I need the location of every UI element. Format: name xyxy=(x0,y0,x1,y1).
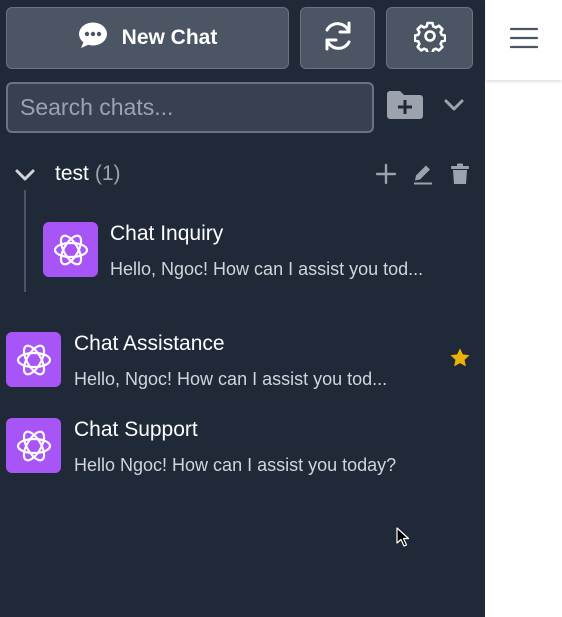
new-folder-button[interactable] xyxy=(386,90,424,124)
chat-list-item[interactable]: Chat Support Hello Ngoc! How can I assis… xyxy=(0,408,485,488)
hamburger-menu-button[interactable] xyxy=(486,0,562,80)
new-chat-label: New Chat xyxy=(121,26,218,49)
chat-list-item[interactable]: Chat Assistance Hello, Ngoc! How can I a… xyxy=(0,322,485,402)
chat-preview: Hello, Ngoc! How can I assist you tod... xyxy=(74,369,388,389)
plus-icon xyxy=(375,163,397,190)
refresh-button[interactable] xyxy=(300,7,375,69)
chevron-down-icon xyxy=(14,168,36,187)
chat-bubble-icon xyxy=(78,21,108,55)
gear-icon xyxy=(413,20,446,57)
openai-logo-icon xyxy=(6,418,61,473)
pencil-icon xyxy=(412,163,434,190)
mouse-cursor-icon xyxy=(396,527,410,552)
chat-title: Chat Assistance xyxy=(74,332,225,355)
folder-header[interactable]: test (1) xyxy=(55,162,121,186)
star-icon xyxy=(449,347,471,374)
new-chat-button[interactable]: New Chat xyxy=(6,7,289,69)
folder-name: test xyxy=(55,162,89,185)
hamburger-menu-icon xyxy=(509,27,539,54)
chat-preview: Hello Ngoc! How can I assist you today? xyxy=(74,455,397,475)
trash-icon xyxy=(450,163,470,190)
folder-rename-button[interactable] xyxy=(411,164,435,188)
chat-title: Chat Support xyxy=(74,418,198,441)
openai-logo-icon xyxy=(6,332,61,387)
sidebar: New Chat Search chats... test (1) Chat I… xyxy=(0,0,485,617)
settings-button[interactable] xyxy=(386,7,473,69)
openai-logo-icon xyxy=(43,222,98,277)
favorite-toggle[interactable] xyxy=(448,347,472,374)
refresh-icon xyxy=(321,19,355,58)
chat-list-item[interactable]: Chat Inquiry Hello, Ngoc! How can I assi… xyxy=(40,212,480,292)
folder-count: (1) xyxy=(94,162,121,185)
folder-delete-button[interactable] xyxy=(448,163,472,190)
search-input[interactable] xyxy=(6,82,374,133)
folder-add-chat-button[interactable] xyxy=(374,163,398,190)
chat-title: Chat Inquiry xyxy=(110,222,224,245)
chat-preview: Hello, Ngoc! How can I assist you tod... xyxy=(110,259,424,279)
sort-dropdown-button[interactable] xyxy=(442,96,466,118)
chevron-down-icon xyxy=(443,98,465,117)
new-folder-icon xyxy=(386,90,424,125)
folder-tree-line xyxy=(24,190,26,292)
folder-collapse-toggle[interactable] xyxy=(13,167,37,187)
